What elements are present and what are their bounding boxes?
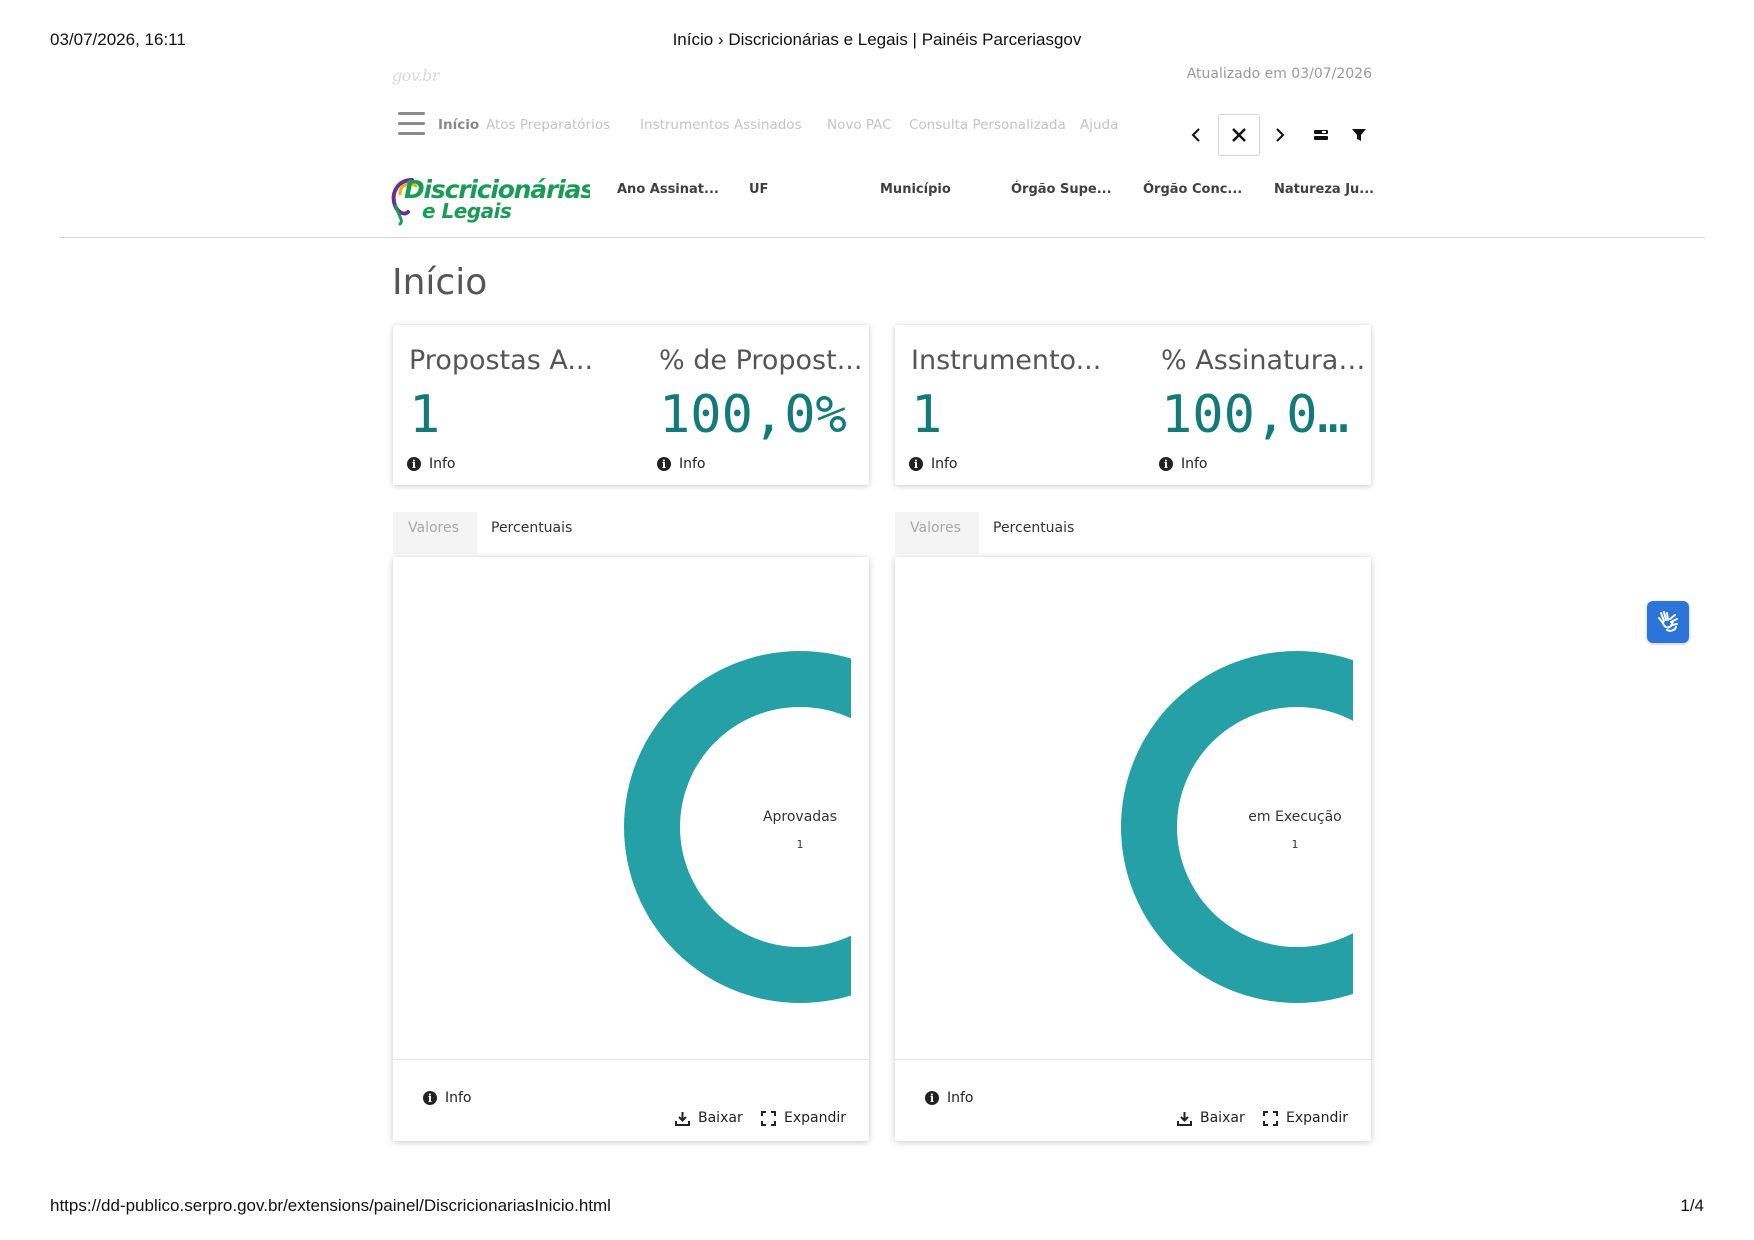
nav-item-instrumentos-assinados[interactable]: Instrumentos Assinados	[640, 117, 802, 133]
expand-button[interactable]: Expandir	[761, 1110, 846, 1126]
donut-value-label: 1	[797, 838, 804, 851]
kpi-title: % Assinatura ...	[1161, 345, 1371, 376]
nav-item-atos-preparatorios[interactable]: Atos Preparatórios	[486, 117, 610, 133]
filter-orgao-concedente[interactable]: Órgão Conc...	[1143, 182, 1242, 197]
donut-chart-area[interactable]: em Execução 1	[895, 557, 1371, 1059]
kpi-card-propostas: Propostas A... 1 i Info % de Propost... …	[393, 325, 869, 485]
filter-bar: Ano Assinat... UF Município Órgão Supe..…	[0, 182, 1754, 204]
page-title: Início	[392, 262, 488, 303]
info-label: Info	[679, 456, 706, 472]
tab-percentuais[interactable]: Percentuais	[993, 520, 1074, 536]
selections-list-icon[interactable]	[1306, 114, 1336, 156]
tab-valores[interactable]: Valores	[408, 520, 459, 536]
chart-tabs-2: Valores Percentuais	[895, 512, 1371, 554]
step-back-icon[interactable]	[1182, 114, 1210, 156]
print-header: 03/07/2026, 16:11 Início › Discricionári…	[50, 30, 1704, 54]
print-footer: https://dd-publico.serpro.gov.br/extensi…	[50, 1196, 1704, 1220]
chart-info-button[interactable]: i Info	[423, 1090, 472, 1106]
hamburger-menu-icon[interactable]	[398, 112, 425, 136]
donut-category-label: Aprovadas	[763, 809, 837, 825]
nav-item-novo-pac[interactable]: Novo PAC	[827, 117, 892, 133]
kpi-info-button[interactable]: i Info	[1159, 456, 1208, 472]
clear-selections-icon[interactable]	[1218, 114, 1260, 156]
info-label: Info	[931, 456, 958, 472]
kpi-value: 100,0...	[1161, 385, 1375, 445]
step-forward-icon[interactable]	[1266, 114, 1294, 156]
download-button[interactable]: Baixar	[675, 1110, 743, 1126]
gov-br-logo[interactable]: gov.br	[392, 66, 452, 88]
donut-slice-aprovadas[interactable]	[624, 651, 869, 1003]
expand-label: Expandir	[1286, 1110, 1349, 1126]
sign-language-accessibility-button[interactable]	[1647, 601, 1689, 643]
download-button[interactable]: Baixar	[1177, 1110, 1245, 1126]
chart-tabs-1: Valores Percentuais	[393, 512, 869, 554]
info-icon: i	[909, 457, 923, 471]
info-label: Info	[445, 1090, 472, 1106]
kpi-propostas-aprovadas[interactable]: Propostas A... 1 i Info	[393, 325, 623, 485]
kpi-title: Instrumento...	[911, 345, 1102, 376]
kpi-title: Propostas A...	[409, 345, 594, 376]
info-label: Info	[429, 456, 456, 472]
tab-percentuais[interactable]: Percentuais	[491, 520, 572, 536]
filter-uf[interactable]: UF	[749, 182, 768, 197]
chart-card-instrumentos: em Execução 1 i Info Baixar Expandir	[895, 557, 1371, 1141]
kpi-value: 100,0%	[659, 385, 847, 445]
info-icon: i	[657, 457, 671, 471]
donut-chart-em-execucao[interactable]: em Execução 1	[895, 557, 1371, 1059]
chart-info-button[interactable]: i Info	[925, 1090, 974, 1106]
info-icon: i	[1159, 457, 1173, 471]
info-icon: i	[925, 1091, 939, 1105]
donut-slice-em-execucao[interactable]	[1121, 651, 1371, 1003]
download-label: Baixar	[698, 1110, 743, 1126]
expand-icon	[761, 1110, 776, 1126]
kpi-card-instrumentos: Instrumento... 1 i Info % Assinatura ...…	[895, 325, 1375, 485]
filter-orgao-superior[interactable]: Órgão Supe...	[1011, 182, 1112, 197]
donut-chart-area[interactable]: Aprovadas 1	[393, 557, 869, 1059]
donut-chart-aprovadas[interactable]: Aprovadas 1	[393, 557, 869, 1059]
kpi-percentual-assinatura[interactable]: % Assinatura ... 100,0... i Info	[1145, 325, 1375, 485]
updated-date: Atualizado em 03/07/2026	[1186, 66, 1372, 82]
kpi-title: % de Propost...	[659, 345, 863, 376]
sign-language-hands-icon	[1658, 611, 1678, 632]
header-divider	[59, 237, 1705, 238]
print-url: https://dd-publico.serpro.gov.br/extensi…	[50, 1196, 611, 1215]
kpi-info-button[interactable]: i Info	[407, 456, 456, 472]
print-page-title: Início › Discricionárias e Legais | Pain…	[672, 30, 1082, 49]
chart-footer: i Info Baixar Expandir	[393, 1059, 869, 1141]
download-icon	[675, 1111, 690, 1126]
selection-toolbar	[1180, 114, 1376, 156]
kpi-value: 1	[911, 385, 943, 445]
nav-item-inicio[interactable]: Início	[438, 117, 479, 133]
kpi-percentual-propostas[interactable]: % de Propost... 100,0% i Info	[643, 325, 873, 485]
info-label: Info	[947, 1090, 974, 1106]
info-label: Info	[1181, 456, 1208, 472]
nav-item-ajuda[interactable]: Ajuda	[1080, 117, 1118, 133]
kpi-instrumentos[interactable]: Instrumento... 1 i Info	[895, 325, 1125, 485]
download-icon	[1177, 1111, 1192, 1126]
chart-card-propostas: Aprovadas 1 i Info Baixar Expandir	[393, 557, 869, 1141]
kpi-info-button[interactable]: i Info	[657, 456, 706, 472]
nav-item-consulta-personalizada[interactable]: Consulta Personalizada	[909, 117, 1066, 133]
filter-ano-assinatura[interactable]: Ano Assinat...	[617, 182, 719, 197]
filter-icon[interactable]	[1344, 114, 1374, 156]
info-icon: i	[407, 457, 421, 471]
expand-label: Expandir	[784, 1110, 847, 1126]
filter-natureza-juridica[interactable]: Natureza Ju...	[1274, 182, 1374, 197]
chart-footer: i Info Baixar Expandir	[895, 1059, 1371, 1141]
donut-category-label: em Execução	[1248, 809, 1341, 825]
kpi-info-button[interactable]: i Info	[909, 456, 958, 472]
tab-valores[interactable]: Valores	[910, 520, 961, 536]
download-label: Baixar	[1200, 1110, 1245, 1126]
info-icon: i	[423, 1091, 437, 1105]
expand-button[interactable]: Expandir	[1263, 1110, 1348, 1126]
filter-municipio[interactable]: Município	[880, 182, 951, 197]
donut-value-label: 1	[1292, 838, 1299, 851]
expand-icon	[1263, 1110, 1278, 1126]
print-page-number: 1/4	[1680, 1196, 1704, 1215]
kpi-value: 1	[409, 385, 441, 445]
